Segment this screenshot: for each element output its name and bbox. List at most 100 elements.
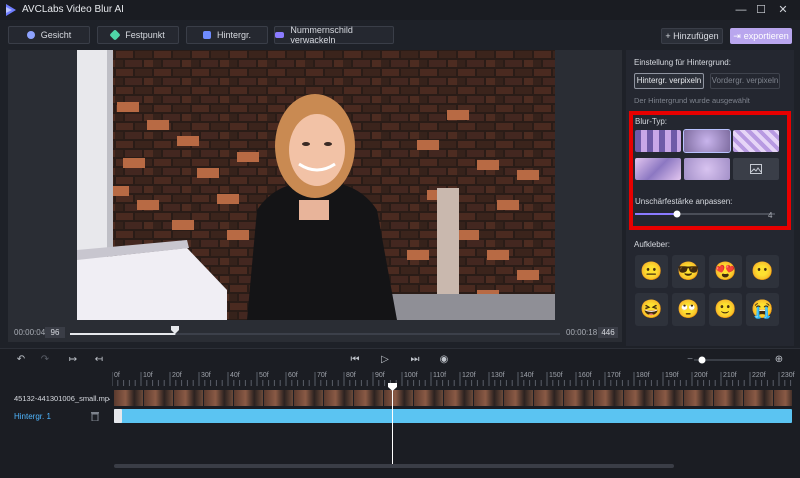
film-frame bbox=[264, 390, 294, 406]
video-track-name: 45132-441301006_small.mp4 bbox=[14, 394, 110, 403]
ruler-tick-label: 190f bbox=[665, 372, 679, 379]
license-plate-icon bbox=[275, 32, 285, 38]
next-frame-icon[interactable]: ⏭ bbox=[408, 354, 422, 366]
film-frame bbox=[504, 390, 534, 406]
blur-layer-bar[interactable] bbox=[114, 409, 792, 423]
tab-fixed-point-label: Festpunkt bbox=[125, 30, 165, 40]
export-button[interactable]: ⇥ exportieren bbox=[730, 28, 792, 44]
timeline-scrollbar[interactable] bbox=[114, 464, 674, 468]
film-frame bbox=[354, 390, 384, 406]
ruler-tick-label: 60f bbox=[288, 372, 298, 379]
film-frame bbox=[654, 390, 684, 406]
film-frame bbox=[684, 390, 714, 406]
panel-heading: Einstellung für Hintergrund: bbox=[634, 58, 731, 67]
scrubber-handle[interactable] bbox=[171, 326, 180, 334]
title-bar: AVCLabs Video Blur AI — ☐ ✕ bbox=[0, 0, 800, 20]
ruler-tick-label: 90f bbox=[375, 372, 385, 379]
film-frame bbox=[324, 390, 354, 406]
ruler-tick-label: 170f bbox=[607, 372, 621, 379]
film-frame bbox=[594, 390, 624, 406]
film-frame bbox=[624, 390, 654, 406]
ruler-tick-label: 130f bbox=[491, 372, 505, 379]
video-filmstrip[interactable] bbox=[114, 390, 792, 406]
previous-frame-icon[interactable]: ⏮ bbox=[348, 354, 362, 366]
film-frame bbox=[564, 390, 594, 406]
sticker-item[interactable]: 😶 bbox=[746, 255, 779, 288]
play-icon[interactable]: ▷ bbox=[378, 354, 392, 366]
background-icon bbox=[202, 31, 211, 39]
tab-license-plate[interactable]: Nummernschild verwackeln bbox=[274, 25, 394, 45]
sticker-item[interactable]: 😭 bbox=[746, 293, 779, 326]
video-frame bbox=[77, 50, 555, 320]
film-frame bbox=[714, 390, 744, 406]
sticker-item[interactable]: 😆 bbox=[635, 293, 668, 326]
ruler-tick-label: 20f bbox=[172, 372, 182, 379]
ruler-tick-label: 40f bbox=[230, 372, 240, 379]
minimize-icon[interactable]: — bbox=[734, 3, 748, 17]
film-frame bbox=[534, 390, 564, 406]
ruler-tick-label: 0f bbox=[114, 372, 120, 379]
ruler-tick-label: 230f bbox=[781, 372, 795, 379]
ruler-tick-label: 30f bbox=[201, 372, 211, 379]
tab-background[interactable]: Hintergr. bbox=[186, 26, 268, 44]
close-icon[interactable]: ✕ bbox=[776, 3, 790, 17]
film-frame bbox=[174, 390, 204, 406]
trash-icon[interactable] bbox=[90, 411, 100, 421]
maximize-icon[interactable]: ☐ bbox=[754, 3, 768, 17]
ruler-tick-label: 50f bbox=[259, 372, 269, 379]
ruler-tick-label: 210f bbox=[723, 372, 737, 379]
ruler-tick-label: 80f bbox=[346, 372, 356, 379]
point-icon bbox=[109, 29, 121, 41]
layer-trim-handle[interactable] bbox=[114, 409, 122, 423]
ruler-tick-label: 100f bbox=[404, 372, 418, 379]
film-frame bbox=[744, 390, 774, 406]
export-button-label: exportieren bbox=[743, 31, 789, 41]
zoom-slider[interactable] bbox=[694, 355, 770, 365]
stickers-label: Aufkleber: bbox=[634, 240, 671, 249]
tab-fixed-point[interactable]: Festpunkt bbox=[97, 26, 179, 44]
frame-start-input[interactable]: 96 bbox=[45, 327, 65, 338]
playhead-line bbox=[392, 384, 393, 468]
face-icon bbox=[26, 31, 35, 39]
zoom-in-icon[interactable]: ⊕ bbox=[772, 354, 786, 366]
tab-license-plate-label: Nummernschild verwackeln bbox=[290, 25, 353, 45]
film-frame bbox=[204, 390, 234, 406]
tab-face-label: Gesicht bbox=[40, 30, 72, 40]
ruler-tick-label: 180f bbox=[636, 372, 650, 379]
mode-background-button[interactable]: Hintergr. verpixeln bbox=[634, 73, 704, 89]
film-frame bbox=[234, 390, 264, 406]
blur-layer-name[interactable]: Hintergr. 1 bbox=[14, 412, 51, 421]
add-button[interactable]: + Hinzufügen bbox=[661, 28, 723, 44]
highlight-box bbox=[629, 111, 791, 230]
ruler-tick-label: 220f bbox=[752, 372, 766, 379]
app-logo-icon bbox=[6, 4, 16, 16]
add-button-label: + Hinzufügen bbox=[665, 31, 719, 41]
panel-note: Der Hintergrund wurde ausgewählt bbox=[634, 96, 750, 105]
eye-icon[interactable]: ◉ bbox=[437, 354, 451, 366]
sticker-item[interactable]: 🙂 bbox=[709, 293, 742, 326]
ruler-tick-label: 110f bbox=[433, 372, 447, 379]
sticker-item[interactable]: 😎 bbox=[672, 255, 705, 288]
mode-foreground-button[interactable]: Vordergr. verpixeln bbox=[710, 73, 780, 89]
film-frame bbox=[294, 390, 324, 406]
film-frame bbox=[114, 390, 144, 406]
film-frame bbox=[384, 390, 414, 406]
time-end: 00:00:18 bbox=[566, 328, 598, 337]
split-forward-icon[interactable]: ↦ bbox=[66, 354, 80, 366]
time-start: 00:00:04 bbox=[14, 328, 46, 337]
sticker-item[interactable]: 🙄 bbox=[672, 293, 705, 326]
frame-end-input[interactable]: 446 bbox=[598, 327, 618, 338]
scrubber[interactable] bbox=[70, 332, 560, 336]
split-back-icon[interactable]: ↤ bbox=[92, 354, 106, 366]
ruler-tick-label: 150f bbox=[549, 372, 563, 379]
film-frame bbox=[774, 390, 792, 406]
ruler-tick-label: 200f bbox=[694, 372, 708, 379]
tab-face[interactable]: Gesicht bbox=[8, 26, 90, 44]
redo-icon[interactable]: ↷ bbox=[38, 354, 52, 366]
film-frame bbox=[474, 390, 504, 406]
undo-icon[interactable]: ↶ bbox=[14, 354, 28, 366]
sticker-item[interactable]: 😍 bbox=[709, 255, 742, 288]
sticker-item[interactable]: 😐 bbox=[635, 255, 668, 288]
playhead-handle[interactable] bbox=[388, 383, 397, 391]
ruler-tick-label: 10f bbox=[143, 372, 153, 379]
